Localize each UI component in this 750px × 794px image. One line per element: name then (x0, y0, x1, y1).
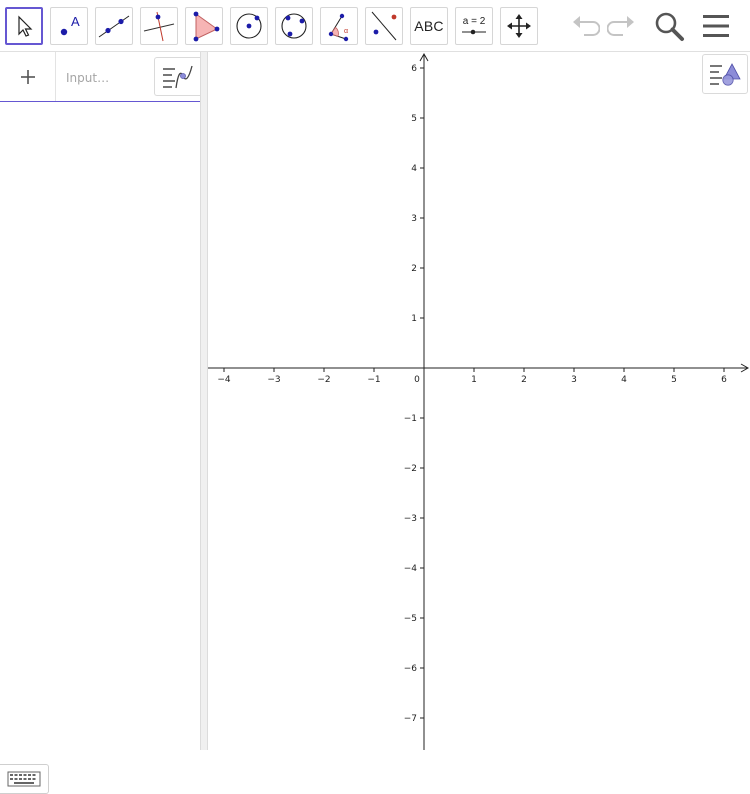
y-tick-label: −7 (404, 714, 417, 724)
y-tick-label: 1 (411, 314, 417, 324)
graphics-style-icon (710, 63, 741, 86)
slider-track-icon (462, 29, 486, 35)
perpendicular-line-tool-button[interactable] (140, 7, 178, 45)
angle-icon: α (328, 13, 349, 42)
redo-icon (607, 16, 634, 36)
x-tick-label: −4 (217, 375, 231, 385)
slider-tool-button[interactable]: a = 2 (455, 7, 493, 45)
y-tick-label: −1 (404, 414, 417, 424)
point-icon: A (60, 14, 80, 36)
circle-three-points-tool-button[interactable] (275, 7, 313, 45)
plus-icon (20, 69, 35, 84)
point-tool-button[interactable]: A (50, 7, 88, 45)
slider-icon: a = 2 (460, 16, 488, 36)
circle-three-points-icon (281, 13, 307, 39)
algebra-input-field[interactable] (66, 68, 156, 88)
angle-tool-button[interactable]: α (320, 7, 358, 45)
x-tick-label: 2 (521, 375, 527, 385)
y-tick-label: 3 (411, 214, 417, 224)
view-splitter[interactable] (201, 52, 208, 750)
undo-button[interactable] (567, 8, 603, 44)
text-tool-label: ABC (414, 18, 444, 34)
search-button[interactable] (651, 8, 687, 44)
y-tick-label: −6 (404, 664, 418, 674)
undo-icon (573, 16, 600, 36)
toolbar: A α ABC a = 2 (0, 0, 750, 52)
move-graphics-view-tool-button[interactable] (500, 7, 538, 45)
graphics-style-bar-button[interactable] (702, 54, 748, 94)
y-tick-label: −2 (404, 464, 417, 474)
x-tick-label: 0 (414, 375, 420, 385)
line-through-two-points-icon (98, 15, 130, 38)
y-tick-label: −5 (404, 614, 417, 624)
algebra-style-icon (162, 65, 193, 88)
algebra-view (0, 52, 201, 794)
polygon-tool-button[interactable] (185, 7, 223, 45)
x-axis: −4 −3 −2 −1 0 1 2 3 4 5 6 (208, 363, 750, 385)
circle-tool-button[interactable] (230, 7, 268, 45)
y-axis: 6 5 4 3 2 1 −1 −2 −3 −4 −5 −6 −7 (404, 52, 429, 750)
add-item-button[interactable] (0, 52, 56, 101)
cursor-arrow-icon (18, 15, 33, 37)
y-tick-label: −3 (404, 514, 417, 524)
slider-tool-label: a = 2 (462, 16, 486, 27)
main-menu-button[interactable] (698, 8, 734, 44)
line-tool-button[interactable] (95, 7, 133, 45)
x-tick-label: 5 (671, 375, 677, 385)
y-tick-label: 4 (411, 164, 417, 174)
graphics-view[interactable]: −4 −3 −2 −1 0 1 2 3 4 5 6 6 5 4 3 2 1 −1 −2 −3 −4 −5 −6 −7 (208, 52, 750, 750)
perpendicular-line-icon (143, 11, 175, 42)
algebra-style-bar-button[interactable] (154, 57, 200, 96)
move-arrows-icon (507, 14, 531, 38)
x-tick-label: −3 (267, 375, 280, 385)
keyboard-icon (7, 771, 41, 787)
virtual-keyboard-button[interactable] (0, 764, 49, 794)
y-tick-label: 5 (411, 114, 417, 124)
y-tick-label: 6 (411, 64, 417, 74)
svg-text:α: α (344, 28, 348, 35)
algebra-input-row (0, 52, 200, 102)
y-tick-label: 2 (411, 264, 417, 274)
reflect-tool-button[interactable] (365, 7, 403, 45)
coordinate-axes: −4 −3 −2 −1 0 1 2 3 4 5 6 6 5 4 3 2 1 −1 −2 −3 −4 −5 −6 −7 (208, 52, 750, 750)
x-tick-label: 3 (571, 375, 577, 385)
search-icon (655, 12, 684, 41)
x-tick-label: −2 (317, 375, 330, 385)
x-tick-label: 1 (471, 375, 477, 385)
circle-center-point-icon (236, 13, 262, 39)
hamburger-menu-icon (703, 15, 729, 37)
svg-text:A: A (71, 14, 80, 29)
reflect-about-line-icon (371, 11, 397, 41)
move-tool-button[interactable] (5, 7, 43, 45)
x-tick-label: −1 (367, 375, 380, 385)
redo-button[interactable] (604, 8, 640, 44)
x-tick-label: 4 (621, 375, 627, 385)
x-tick-label: 6 (721, 375, 727, 385)
y-tick-label: −4 (404, 564, 418, 574)
text-tool-button[interactable]: ABC (410, 7, 448, 45)
polygon-icon (193, 11, 220, 42)
